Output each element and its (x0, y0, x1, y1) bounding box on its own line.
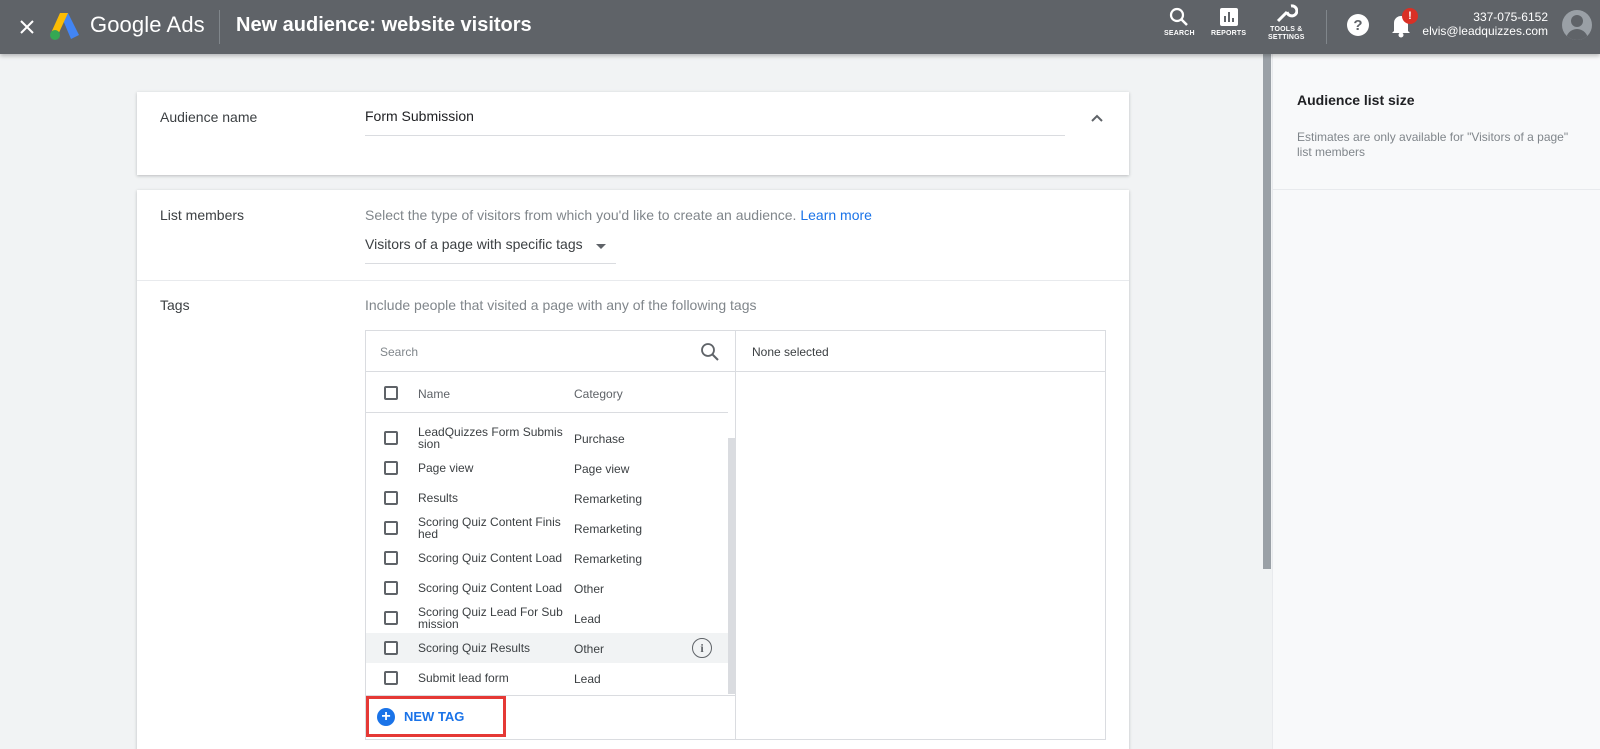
table-row-highlighted[interactable]: Scoring Quiz Results Other i (366, 633, 728, 663)
page-title: New audience: website visitors (236, 14, 532, 36)
tag-list: LeadQuizzes Form Submission Purchase Pag… (366, 413, 728, 695)
audience-size-panel: Audience list size Estimates are only av… (1272, 54, 1600, 749)
new-tag-label: NEW TAG (404, 709, 465, 724)
account-email: elvis@leadquizzes.com (1422, 24, 1548, 38)
tools-settings-label: TOOLS & SETTINGS (1268, 26, 1305, 41)
tag-category: Lead (574, 612, 601, 626)
tag-name: Scoring Quiz Lead For Submission (418, 605, 563, 631)
top-app-bar: Google Ads New audience: website visitor… (0, 0, 1600, 54)
selected-tags-panel: None selected (736, 331, 1105, 739)
tag-name: Page view (418, 461, 474, 475)
list-members-type-select[interactable]: Visitors of a page with specific tags (365, 236, 616, 264)
table-row[interactable] (366, 413, 728, 421)
divider (219, 10, 220, 44)
close-icon[interactable] (14, 14, 40, 40)
collapse-chevron-up-icon[interactable] (1085, 106, 1109, 130)
row-checkbox[interactable] (384, 581, 398, 595)
dropdown-caret-icon (596, 244, 606, 249)
new-tag-footer: + NEW TAG (366, 695, 735, 739)
tag-name: Results (418, 491, 459, 505)
tag-name: Scoring Quiz Results (418, 641, 531, 655)
tag-category: Remarketing (574, 522, 643, 536)
column-header-name: Name (418, 387, 451, 401)
brand-name: Google Ads (90, 12, 205, 37)
table-row[interactable]: LeadQuizzes Form Submission Purchase (366, 423, 728, 453)
search-button[interactable]: SEARCH (1164, 6, 1195, 38)
reports-label: REPORTS (1211, 30, 1247, 37)
tag-category: Remarketing (574, 552, 643, 566)
audience-name-label: Audience name (160, 109, 258, 125)
search-icon (1170, 7, 1189, 26)
help-icon[interactable]: ? (1347, 14, 1369, 36)
reports-icon (1219, 8, 1238, 26)
tag-list-panel: Name Category LeadQuizzes Form Submissio… (366, 331, 736, 739)
table-row[interactable]: Scoring Quiz Content Finished Remarketin… (366, 513, 728, 543)
tag-name: Scoring Quiz Content Load (418, 551, 563, 565)
google-ads-logo-icon (50, 13, 79, 40)
column-header-category: Category (574, 387, 623, 401)
table-row[interactable]: Results Remarketing (366, 483, 728, 513)
tag-search (366, 331, 735, 372)
search-icon[interactable] (700, 342, 720, 362)
row-checkbox[interactable] (384, 491, 398, 505)
tag-list-header: Name Category (366, 372, 728, 413)
row-checkbox[interactable] (384, 431, 398, 445)
select-all-checkbox[interactable] (384, 386, 398, 400)
tag-category: Remarketing (574, 492, 643, 506)
list-members-hint: Select the type of visitors from which y… (365, 207, 872, 223)
table-row[interactable]: Scoring Quiz Content Load Remarketing (366, 543, 728, 573)
audience-size-title: Audience list size (1297, 92, 1415, 108)
list-members-type-value: Visitors of a page with specific tags (365, 236, 583, 252)
divider (1326, 10, 1327, 44)
audience-name-input[interactable]: Form Submission (365, 106, 1065, 136)
tags-label: Tags (160, 297, 190, 313)
tag-name: LeadQuizzes Form Submission (418, 425, 563, 451)
avatar[interactable] (1562, 10, 1592, 40)
row-checkbox[interactable] (384, 551, 398, 565)
reports-button[interactable]: REPORTS (1211, 6, 1246, 38)
tag-category: Other (574, 642, 605, 656)
tag-category: Other (574, 582, 605, 596)
divider (1273, 189, 1600, 190)
tag-search-input[interactable] (380, 341, 680, 363)
wrench-icon (1277, 4, 1299, 23)
list-members-label: List members (160, 207, 245, 223)
tags-hint: Include people that visited a page with … (365, 297, 757, 313)
tag-category: Page view (574, 462, 630, 476)
list-members-hint-text: Select the type of visitors from which y… (365, 207, 797, 223)
account-phone: 337-075-6152 (1473, 10, 1548, 24)
table-row[interactable]: Page view Page view (366, 453, 728, 483)
row-checkbox[interactable] (384, 611, 398, 625)
tools-settings-button[interactable]: TOOLS & SETTINGS (1268, 2, 1305, 42)
tag-name: Submit lead form (418, 671, 509, 685)
table-row[interactable]: Scoring Quiz Lead For Submission Lead (366, 603, 728, 633)
tag-category: Purchase (574, 432, 625, 446)
audience-definition-card: List members Select the type of visitors… (137, 190, 1129, 749)
audience-size-note: Estimates are only available for "Visito… (1297, 130, 1569, 159)
search-label: SEARCH (1164, 30, 1195, 37)
selected-tags-header: None selected (736, 331, 1105, 372)
audience-name-card: Audience name Form Submission (137, 92, 1129, 175)
row-checkbox[interactable] (384, 461, 398, 475)
row-checkbox[interactable] (384, 641, 398, 655)
row-checkbox[interactable] (384, 671, 398, 685)
table-row[interactable]: Submit lead form Lead (366, 663, 728, 693)
notification-badge: ! (1402, 8, 1418, 24)
table-row[interactable]: Scoring Quiz Content Load Other (366, 573, 728, 603)
info-icon[interactable]: i (692, 638, 712, 658)
tag-list-scrollbar[interactable] (728, 438, 735, 694)
row-checkbox[interactable] (384, 521, 398, 535)
account-info[interactable]: 337-075-6152 elvis@leadquizzes.com (1422, 10, 1548, 38)
add-circle-icon: + (377, 707, 395, 726)
new-tag-button[interactable]: + NEW TAG (366, 696, 506, 737)
tag-name: Scoring Quiz Content Load (418, 581, 563, 595)
page-scrollbar[interactable] (1263, 54, 1271, 569)
tag-picker: Name Category LeadQuizzes Form Submissio… (365, 330, 1106, 740)
learn-more-link[interactable]: Learn more (800, 207, 872, 223)
tag-name: Scoring Quiz Content Finished (418, 515, 561, 541)
divider (137, 280, 1129, 281)
tag-category: Lead (574, 672, 601, 686)
